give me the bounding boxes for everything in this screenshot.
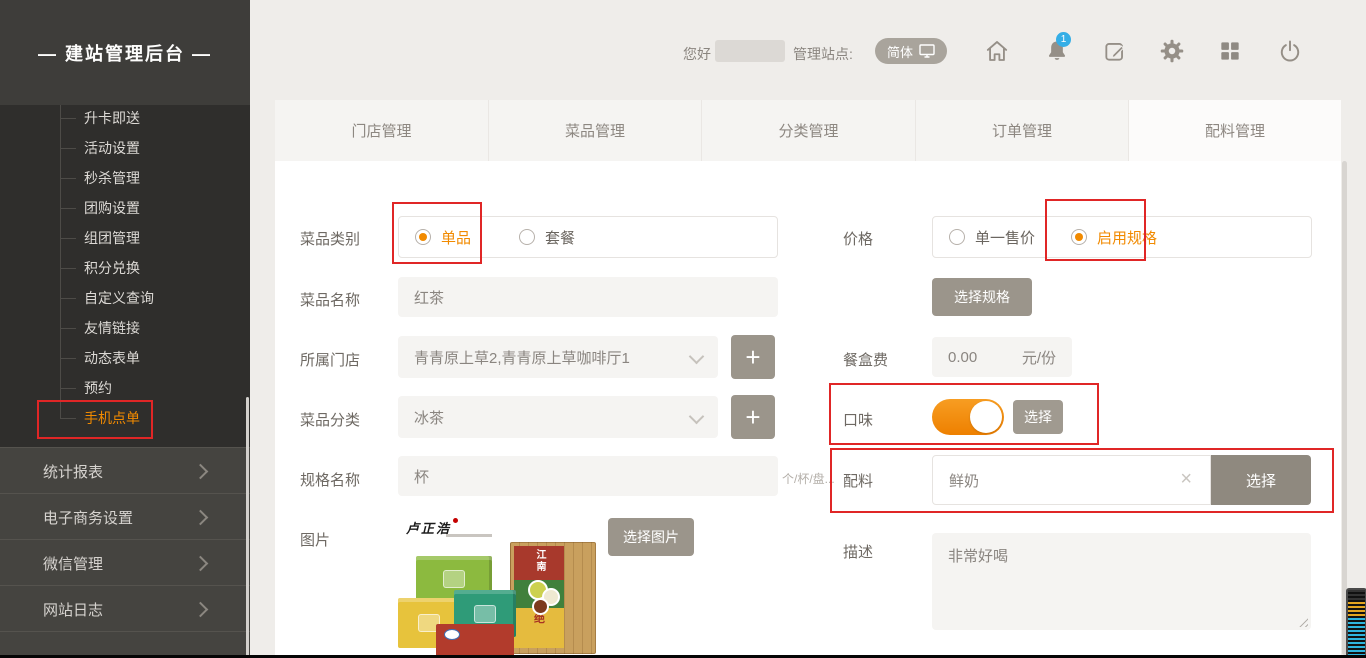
content-scrollbar[interactable] xyxy=(1342,161,1347,655)
product-image: 卢正浩 江南 绝 xyxy=(398,512,598,658)
box-fee-label: 餐盒费 xyxy=(843,349,888,370)
sidebar-tree-line xyxy=(60,105,61,418)
username-redacted xyxy=(715,40,785,62)
sidebar-section-filler xyxy=(0,631,250,658)
price-radio-group: 单一售价 启用规格 xyxy=(932,216,1312,258)
plus-icon: + xyxy=(745,402,760,433)
toggle-knob xyxy=(970,401,1002,433)
clear-icon[interactable]: × xyxy=(1180,469,1192,489)
price-label: 价格 xyxy=(843,228,873,249)
tab-dish-management[interactable]: 菜品管理 xyxy=(488,100,701,161)
dish-type-radio-group: 单品 套餐 xyxy=(398,216,778,258)
sidebar-section-wechat-management[interactable]: 微信管理 xyxy=(0,539,250,585)
radio-selected-icon[interactable] xyxy=(1071,229,1087,245)
sidebar-scrollbar[interactable] xyxy=(246,397,249,658)
spec-name-hint: 个/杯/盘... xyxy=(782,470,834,487)
chevron-down-icon xyxy=(689,409,705,425)
product-image-red-box xyxy=(436,624,514,658)
plus-icon: + xyxy=(745,342,760,373)
sidebar-item-mobile-ordering[interactable]: 手机点单 xyxy=(84,407,140,429)
sidebar-item-flash-sale[interactable]: 秒杀管理 xyxy=(84,167,140,189)
radio-option-single-item[interactable]: 单品 xyxy=(415,227,471,248)
description-label: 描述 xyxy=(843,541,873,562)
add-store-button[interactable]: + xyxy=(731,335,775,379)
radio-unselected-icon[interactable] xyxy=(949,229,965,245)
flavor-toggle-on[interactable] xyxy=(932,399,1004,435)
ingredient-label: 配料 xyxy=(843,470,873,491)
image-label: 图片 xyxy=(300,529,330,550)
sidebar-section-site-logs[interactable]: 网站日志 xyxy=(0,585,250,631)
app-title: — 建站管理后台 — xyxy=(38,40,212,66)
resize-handle[interactable] xyxy=(1298,617,1308,627)
sidebar-item-activity-settings[interactable]: 活动设置 xyxy=(84,137,140,159)
sidebar-item-team-management[interactable]: 组团管理 xyxy=(84,227,140,249)
radio-selected-icon[interactable] xyxy=(415,229,431,245)
radio-unselected-icon[interactable] xyxy=(519,229,535,245)
ingredient-input[interactable]: 鲜奶 × xyxy=(932,455,1211,505)
sidebar-section-ecommerce-settings[interactable]: 电子商务设置 xyxy=(0,493,250,539)
compose-edit-icon[interactable] xyxy=(1102,38,1128,64)
tab-store-management[interactable]: 门店管理 xyxy=(275,100,488,161)
power-logout-icon[interactable] xyxy=(1277,38,1303,64)
product-image-gift-box: 江南 绝 xyxy=(510,542,596,654)
dish-name-label: 菜品名称 xyxy=(300,289,360,310)
box-fee-unit: 元/份 xyxy=(1022,347,1056,368)
language-switch-button[interactable]: 简体 xyxy=(875,38,947,64)
chevron-down-icon xyxy=(689,349,705,365)
notification-badge: 1 xyxy=(1056,32,1071,47)
choose-ingredient-button[interactable]: 选择 xyxy=(1211,455,1311,505)
tab-ingredient-management[interactable]: 配料管理 xyxy=(1128,100,1341,161)
sidebar-item-friendly-links[interactable]: 友情链接 xyxy=(84,317,140,339)
sidebar-item-custom-query[interactable]: 自定义查询 xyxy=(84,287,154,309)
description-textarea[interactable]: 非常好喝 xyxy=(932,533,1311,630)
chevron-right-icon xyxy=(193,510,209,526)
sidebar: — 建站管理后台 — 升卡即送 活动设置 秒杀管理 团购设置 组团管理 积分兑换… xyxy=(0,0,250,658)
spec-name-input[interactable]: 杯 xyxy=(398,456,778,496)
sidebar-item-card-upgrade-gift[interactable]: 升卡即送 xyxy=(84,107,140,129)
radio-option-enable-spec[interactable]: 启用规格 xyxy=(1071,227,1157,248)
screen: — 建站管理后台 — 升卡即送 活动设置 秒杀管理 团购设置 组团管理 积分兑换… xyxy=(0,0,1366,658)
dish-type-label: 菜品类别 xyxy=(300,228,360,249)
choose-flavor-button[interactable]: 选择 xyxy=(1013,400,1063,434)
chevron-right-icon xyxy=(193,602,209,618)
store-label: 所属门店 xyxy=(300,349,360,370)
category-label: 菜品分类 xyxy=(300,409,360,430)
tab-category-management[interactable]: 分类管理 xyxy=(701,100,915,161)
choose-spec-button[interactable]: 选择规格 xyxy=(932,278,1032,316)
dish-name-input[interactable]: 红茶 xyxy=(398,277,778,317)
app-title-bar: — 建站管理后台 — xyxy=(0,0,250,105)
add-category-button[interactable]: + xyxy=(731,395,775,439)
sidebar-item-dynamic-forms[interactable]: 动态表单 xyxy=(84,347,140,369)
sidebar-item-points-exchange[interactable]: 积分兑换 xyxy=(84,257,140,279)
chevron-right-icon xyxy=(193,464,209,480)
category-select[interactable]: 冰茶 xyxy=(398,396,718,438)
flavor-label: 口味 xyxy=(843,409,873,430)
browser-extension-widget xyxy=(1346,588,1366,658)
product-image-brand-subline xyxy=(446,534,492,537)
store-select[interactable]: 青青原上草2,青青原上草咖啡厅1 xyxy=(398,336,718,378)
sidebar-item-reservation[interactable]: 预约 xyxy=(84,377,112,399)
sidebar-section-stats-report[interactable]: 统计报表 xyxy=(0,447,250,493)
sidebar-item-group-buy[interactable]: 团购设置 xyxy=(84,197,140,219)
radio-option-combo[interactable]: 套餐 xyxy=(519,227,575,248)
chevron-right-icon xyxy=(193,556,209,572)
sidebar-sections: 统计报表 电子商务设置 微信管理 网站日志 xyxy=(0,447,250,658)
home-icon[interactable] xyxy=(984,38,1010,64)
tab-order-management[interactable]: 订单管理 xyxy=(915,100,1128,161)
greeting-text: 您好 xyxy=(683,44,711,64)
spec-name-label: 规格名称 xyxy=(300,469,360,490)
settings-gear-icon[interactable] xyxy=(1159,38,1185,64)
monitor-icon xyxy=(919,44,935,58)
box-fee-input[interactable]: 0.00 元/份 xyxy=(932,337,1072,377)
apps-grid-icon[interactable] xyxy=(1217,38,1243,64)
manage-site-label: 管理站点: xyxy=(793,44,853,64)
radio-option-single-price[interactable]: 单一售价 xyxy=(949,227,1035,248)
choose-image-button[interactable]: 选择图片 xyxy=(608,518,694,556)
